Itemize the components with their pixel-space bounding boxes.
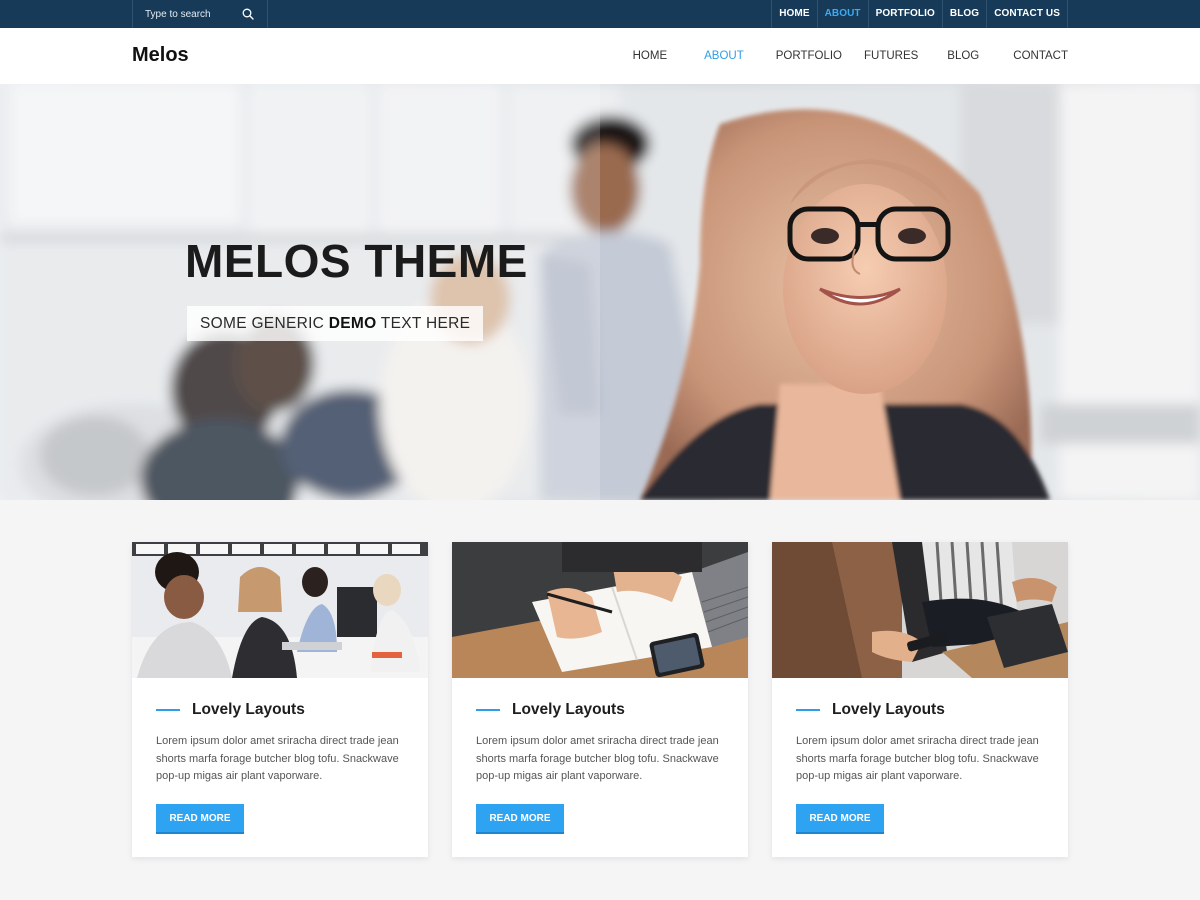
hero-photo (0, 84, 1200, 500)
search-icon[interactable] (242, 8, 254, 20)
card-title-text: Lovely Layouts (192, 701, 305, 718)
hero-banner: MELOS THEME SOME GENERIC DEMO TEXT HERE (0, 84, 1200, 500)
hero-title: MELOS THEME (185, 235, 528, 287)
top-link-portfolio[interactable]: PORTFOLIO (867, 0, 942, 28)
nav-contact[interactable]: CONTACT (1013, 28, 1068, 84)
main-nav: HOME ABOUT PORTFOLIO FUTURES BLOG CONTAC… (633, 28, 1068, 84)
search-input[interactable] (133, 0, 243, 28)
card-title-text: Lovely Layouts (832, 701, 945, 718)
card-title-text: Lovely Layouts (512, 701, 625, 718)
feature-card: Lovely Layouts Lorem ipsum dolor amet sr… (452, 542, 748, 857)
nav-futures[interactable]: FUTURES (864, 28, 918, 84)
card-image (132, 542, 428, 678)
read-more-button[interactable]: READ MORE (476, 804, 564, 834)
top-link-contact-us[interactable]: CONTACT US (986, 0, 1068, 28)
top-links: HOME ABOUT PORTFOLIO BLOG CONTACT US (771, 0, 1068, 28)
feature-card: Lovely Layouts Lorem ipsum dolor amet sr… (772, 542, 1068, 857)
nav-home[interactable]: HOME (633, 28, 668, 84)
top-link-blog[interactable]: BLOG (941, 0, 986, 28)
card-title: Lovely Layouts (796, 700, 945, 720)
hero-tagline: SOME GENERIC DEMO TEXT HERE (187, 306, 484, 341)
card-title: Lovely Layouts (156, 700, 305, 720)
card-text: Lorem ipsum dolor amet sriracha direct t… (476, 735, 719, 782)
nav-portfolio[interactable]: PORTFOLIO (776, 28, 842, 84)
card-image (772, 542, 1068, 678)
hero-tagline-bold: DEMO (328, 315, 377, 332)
card-text: Lorem ipsum dolor amet sriracha direct t… (156, 735, 399, 782)
site-header: Melos HOME ABOUT PORTFOLIO FUTURES BLOG … (0, 28, 1200, 84)
top-bar: HOME ABOUT PORTFOLIO BLOG CONTACT US (0, 0, 1200, 28)
top-link-home[interactable]: HOME (771, 0, 816, 28)
nav-blog[interactable]: BLOG (947, 28, 979, 84)
card-image (452, 542, 748, 678)
read-more-button[interactable]: READ MORE (796, 804, 884, 834)
hero-tagline-before: SOME GENERIC (200, 315, 329, 332)
site-logo[interactable]: Melos (132, 44, 189, 67)
read-more-button[interactable]: READ MORE (156, 804, 244, 834)
top-search (132, 0, 268, 28)
nav-about[interactable]: ABOUT (704, 28, 744, 84)
title-accent-line (796, 709, 820, 711)
title-accent-line (156, 709, 180, 711)
card-text: Lorem ipsum dolor amet sriracha direct t… (796, 735, 1039, 782)
hero-tagline-after: TEXT HERE (376, 315, 471, 332)
title-accent-line (476, 709, 500, 711)
top-link-about[interactable]: ABOUT (816, 0, 868, 28)
feature-card: Lovely Layouts Lorem ipsum dolor amet sr… (132, 542, 428, 857)
card-title: Lovely Layouts (476, 700, 625, 720)
